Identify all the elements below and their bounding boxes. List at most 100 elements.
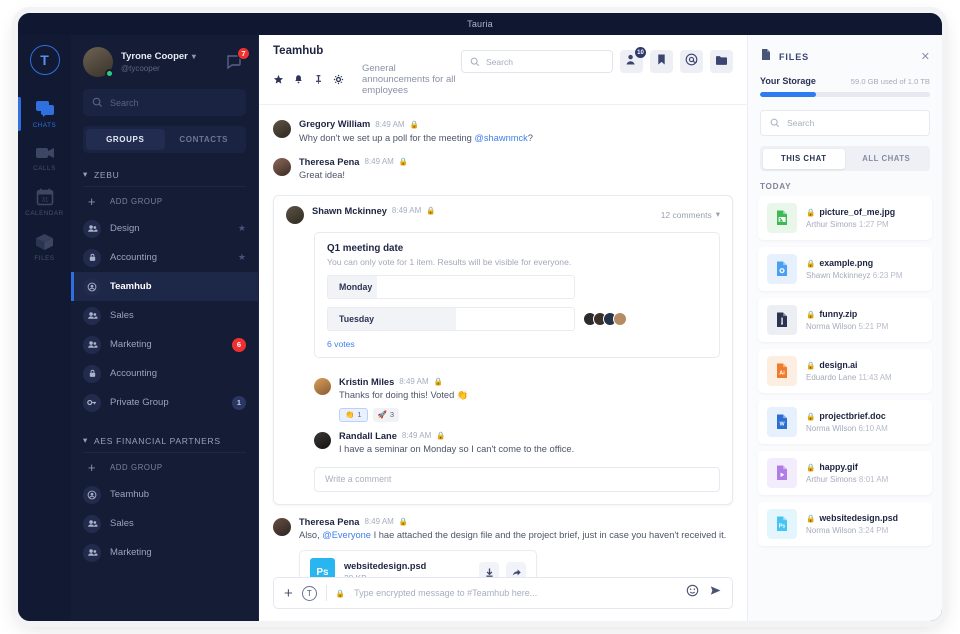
comments-toggle[interactable]: 12 comments ▾ bbox=[661, 206, 720, 224]
chat-search-input[interactable]: Search bbox=[461, 50, 613, 73]
sidebar-item-accounting[interactable]: Accounting bbox=[71, 359, 258, 388]
message-author: Shawn Mckinney bbox=[312, 205, 387, 216]
message-composer[interactable]: + T 🔒 Type encrypted message to #Teamhub… bbox=[273, 577, 733, 609]
image-file-icon bbox=[767, 203, 797, 233]
attachment-card[interactable]: Ps websitedesign.psd 38 KB bbox=[299, 549, 537, 577]
unread-badge: 1 bbox=[232, 395, 246, 410]
star-icon[interactable]: ★ bbox=[238, 252, 246, 263]
sidebar-item-private-group[interactable]: Private Group 1 bbox=[71, 388, 258, 417]
forward-icon[interactable] bbox=[506, 562, 526, 577]
mention-link[interactable]: @shawnmck bbox=[474, 133, 527, 143]
poll-option-label: Tuesday bbox=[339, 313, 375, 324]
mention-icon bbox=[685, 53, 698, 71]
file-time: 11:43 AM bbox=[858, 373, 892, 382]
poll-option[interactable]: Tuesday bbox=[327, 306, 707, 331]
bell-icon[interactable] bbox=[293, 74, 304, 85]
poll-votes-link[interactable]: 6 votes bbox=[327, 339, 707, 349]
group-header[interactable]: ▾ AES FINANCIAL PARTNERS bbox=[71, 431, 258, 452]
text-format-icon[interactable]: T bbox=[301, 585, 317, 601]
mention-button[interactable] bbox=[680, 50, 703, 73]
notifications-button[interactable]: 7 bbox=[224, 47, 250, 73]
attachment-size: 38 KB bbox=[344, 573, 426, 577]
rail-item-calendar[interactable]: 31 CALENDAR bbox=[18, 179, 71, 224]
message-time: 8:49 AM bbox=[399, 377, 429, 387]
reaction-chip[interactable]: 🚀 3 bbox=[372, 407, 400, 422]
sidebar-item-label: Marketing bbox=[110, 547, 152, 558]
send-icon[interactable] bbox=[709, 584, 722, 602]
file-row[interactable]: Ps 🔒 websitedesign.psd Norma Wilson 3:24… bbox=[758, 502, 932, 546]
unread-badge: 6 bbox=[232, 337, 246, 352]
search-icon bbox=[470, 57, 480, 66]
emoji-icon[interactable] bbox=[686, 584, 699, 602]
plus-icon[interactable]: + bbox=[284, 586, 293, 601]
file-row[interactable]: 🔒 happy.gif Arthur Simons 8:01 AM bbox=[758, 451, 932, 495]
folder-button[interactable] bbox=[710, 50, 733, 73]
title-bar: Tauria bbox=[18, 13, 942, 35]
window-title: Tauria bbox=[467, 19, 493, 29]
group-header[interactable]: ▾ ZEBU bbox=[71, 165, 258, 186]
sidebar-item-design[interactable]: Design ★ bbox=[71, 214, 258, 243]
sidebar-item-marketing[interactable]: Marketing bbox=[71, 538, 258, 567]
sidebar-tab-contacts[interactable]: CONTACTS bbox=[165, 129, 244, 150]
chevron-down-icon[interactable]: ▾ bbox=[192, 52, 196, 61]
file-row[interactable]: Ai 🔒 design.ai Eduardo Lane 11:43 AM bbox=[758, 349, 932, 393]
page-title: Teamhub bbox=[273, 45, 324, 57]
reaction-chip[interactable]: 👏 1 bbox=[339, 407, 368, 422]
poll-title: Q1 meeting date bbox=[327, 242, 404, 254]
sidebar-item-sales[interactable]: Sales bbox=[71, 301, 258, 330]
files-tab-all-chats[interactable]: ALL CHATS bbox=[845, 149, 928, 169]
add-person-button[interactable]: 10 bbox=[620, 47, 646, 73]
sidebar-item-accounting[interactable]: Accounting ★ bbox=[71, 243, 258, 272]
app-window: Tauria T CHATS CALLS 31 CALENDAR FILES T… bbox=[18, 13, 942, 621]
sidebar-item-label: Accounting bbox=[110, 368, 158, 379]
people-icon bbox=[83, 219, 101, 238]
sidebar-item-teamhub[interactable]: Teamhub bbox=[71, 480, 258, 509]
bookmark-button[interactable] bbox=[650, 50, 673, 73]
reply-row: Kristin Miles 8:49 AM 🔒 Thanks for doing… bbox=[286, 370, 720, 424]
lock-icon bbox=[83, 364, 101, 383]
notification-badge: 7 bbox=[237, 47, 250, 60]
hub-icon bbox=[83, 485, 101, 504]
sidebar-item-sales[interactable]: Sales bbox=[71, 509, 258, 538]
files-tab-this-chat[interactable]: THIS CHAT bbox=[762, 148, 845, 169]
rail-item-chats[interactable]: CHATS bbox=[18, 91, 71, 136]
star-icon[interactable]: ★ bbox=[238, 223, 246, 234]
file-meta: Norma Wilson 5:21 PM bbox=[806, 322, 889, 331]
reply-row: Randall Lane 8:49 AM 🔒 I have a seminar … bbox=[286, 424, 720, 459]
sidebar-tab-groups[interactable]: GROUPS bbox=[86, 129, 165, 150]
add-group-button[interactable]: + ADD GROUP bbox=[71, 455, 258, 480]
add-group-button[interactable]: + ADD GROUP bbox=[71, 189, 258, 214]
star-icon[interactable] bbox=[273, 74, 284, 85]
mention-link[interactable]: @Everyone bbox=[322, 530, 371, 540]
file-row[interactable]: W 🔒 projectbrief.doc Norma Wilson 6:10 A… bbox=[758, 400, 932, 444]
message-text: Also, @Everyone I hae attached the desig… bbox=[299, 529, 726, 542]
files-icon bbox=[760, 48, 772, 66]
message-row: Theresa Pena 8:49 AM 🔒 Great idea! bbox=[259, 151, 747, 189]
message-text: Great idea! bbox=[299, 170, 345, 181]
reaction-bar: 👏 1 🚀 3 bbox=[339, 407, 468, 422]
reaction-count: 3 bbox=[389, 410, 395, 420]
profile-row[interactable]: Tyrone Cooper ▾ @tycooper 7 bbox=[71, 35, 258, 87]
sidebar-item-teamhub[interactable]: Teamhub bbox=[71, 272, 258, 301]
file-row[interactable]: 🔒 example.png Shawn Mckinneyz 6:23 PM bbox=[758, 247, 932, 291]
file-time: 3:24 PM bbox=[858, 526, 889, 535]
file-row[interactable]: 🔒 picture_of_me.jpg Arthur Simons 1:27 P… bbox=[758, 196, 932, 240]
file-time: 5:21 PM bbox=[858, 322, 889, 331]
pin-icon[interactable] bbox=[313, 74, 324, 85]
sidebar-item-label: Teamhub bbox=[110, 281, 152, 292]
gear-icon[interactable] bbox=[333, 74, 344, 85]
files-search-input[interactable]: Search bbox=[760, 110, 930, 136]
sidebar-item-marketing[interactable]: Marketing 6 bbox=[71, 330, 258, 359]
close-icon[interactable]: ✕ bbox=[921, 51, 930, 63]
poll-option[interactable]: Monday bbox=[327, 274, 707, 299]
rail-item-files[interactable]: FILES bbox=[18, 224, 71, 269]
file-name-row: 🔒 funny.zip bbox=[806, 309, 888, 319]
download-icon[interactable] bbox=[479, 562, 499, 577]
comment-input[interactable]: Write a comment bbox=[314, 466, 720, 492]
sidebar-search-input[interactable]: Search bbox=[83, 89, 246, 116]
file-row[interactable]: 🔒 funny.zip Norma Wilson 5:21 PM bbox=[758, 298, 932, 342]
file-meta: Norma Wilson 3:24 PM bbox=[806, 526, 889, 535]
reaction-emoji: 🚀 bbox=[377, 410, 387, 420]
message-time: 8:49 AM bbox=[364, 157, 394, 167]
rail-item-calls[interactable]: CALLS bbox=[18, 136, 71, 179]
